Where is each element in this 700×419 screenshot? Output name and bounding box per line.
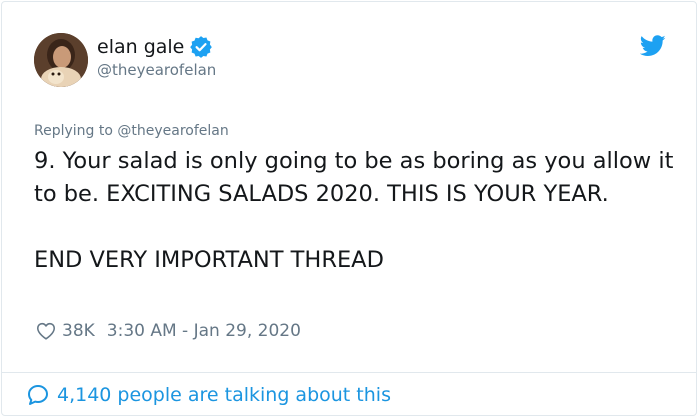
avatar-photo-icon	[34, 33, 88, 87]
replying-to-label[interactable]: Replying to @theyearofelan	[34, 122, 229, 140]
divider	[2, 372, 696, 373]
speech-bubble-icon	[26, 383, 50, 407]
tweet-paragraph: 9. Your salad is only going to be as bor…	[34, 148, 674, 207]
tweet-meta-row: 38K 3:30 AM - Jan 29, 2020	[35, 320, 301, 342]
tweet-text: 9. Your salad is only going to be as bor…	[34, 145, 674, 277]
talking-about-link[interactable]: 4,140 people are talking about this	[26, 383, 391, 407]
like-count[interactable]: 38K	[62, 320, 95, 342]
tweet-timestamp[interactable]: 3:30 AM - Jan 29, 2020	[107, 320, 301, 342]
author-handle[interactable]: @theyearofelan	[97, 60, 216, 80]
verified-badge-icon	[190, 36, 213, 58]
twitter-bird-icon[interactable]	[639, 35, 666, 57]
heart-icon[interactable]	[35, 320, 57, 342]
avatar[interactable]	[34, 33, 88, 87]
tweet-paragraph: END VERY IMPORTANT THREAD	[34, 247, 384, 273]
talking-about-text[interactable]: 4,140 people are talking about this	[57, 383, 391, 407]
author-name-row[interactable]: elan gale	[97, 35, 213, 59]
tweet-card: elan gale @theyearofelan Replying to @th…	[1, 1, 697, 416]
author-display-name[interactable]: elan gale	[97, 35, 184, 59]
